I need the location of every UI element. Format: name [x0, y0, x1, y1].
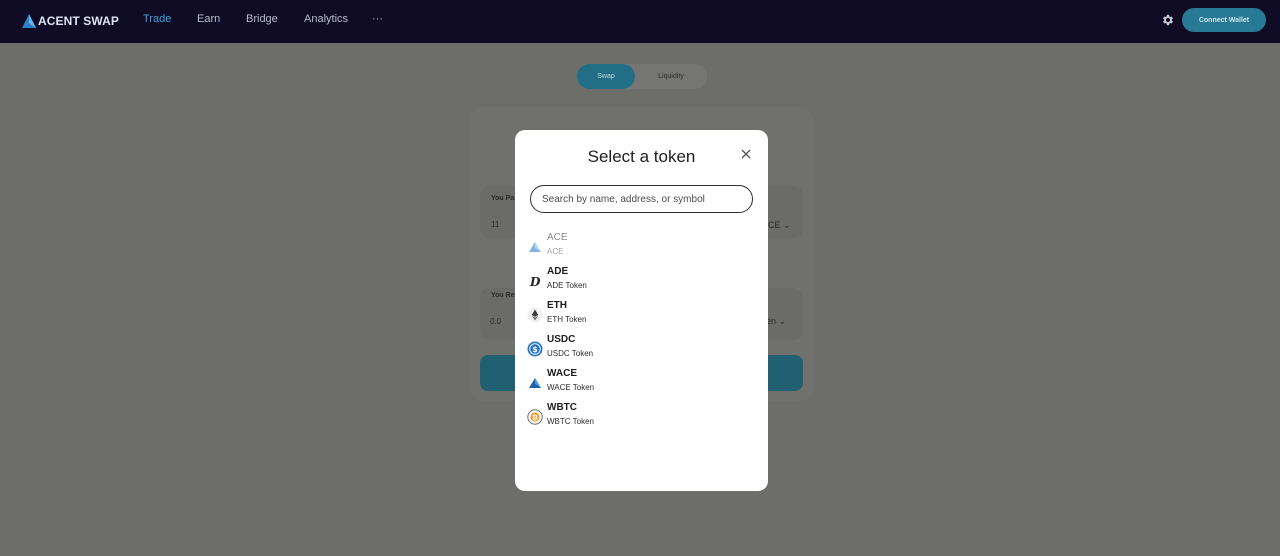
token-name: ADE Token: [547, 281, 587, 290]
top-nav: ACENT SWAP Trade Earn Bridge Analytics ·…: [0, 0, 1280, 43]
token-row-usdc[interactable]: $ USDC USDC Token: [527, 334, 755, 364]
select-token-modal: Select a token ACE ACE D ADE ADE Token E…: [515, 130, 768, 491]
token-symbol: WBTC: [547, 402, 577, 413]
nav-more[interactable]: ···: [372, 13, 383, 25]
token-name: USDC Token: [547, 349, 594, 358]
token-symbol: USDC: [547, 334, 576, 345]
tab-liquidity[interactable]: Liquidity: [635, 64, 707, 89]
swap-liquidity-toggle: Swap Liquidity: [577, 64, 707, 89]
usdc-icon: $: [527, 341, 543, 357]
receive-label: You Re: [491, 292, 515, 299]
brand-logo[interactable]: ACENT SWAP: [21, 12, 119, 30]
pay-amount: 11: [491, 220, 500, 229]
token-row-wace[interactable]: WACE WACE Token: [527, 368, 755, 398]
token-row-eth[interactable]: ETH ETH Token: [527, 300, 755, 330]
close-icon[interactable]: [740, 148, 752, 160]
receive-token-select: en ⌄: [766, 316, 787, 326]
token-symbol: ETH: [547, 300, 567, 311]
pay-token-select: CE ⌄: [768, 220, 791, 230]
token-name: WBTC Token: [547, 417, 594, 426]
ace-icon: [529, 242, 541, 252]
eth-icon: [527, 307, 543, 323]
svg-text:₿: ₿: [532, 414, 537, 422]
brand-name: ACENT SWAP: [38, 14, 120, 28]
wbtc-icon: ₿: [527, 409, 543, 425]
token-name: ACE: [547, 247, 564, 256]
nav-analytics[interactable]: Analytics: [304, 13, 348, 25]
token-name: ETH Token: [547, 315, 587, 324]
token-row-wbtc[interactable]: ₿ WBTC WBTC Token: [527, 402, 755, 432]
connect-wallet-button[interactable]: Connect Wallet: [1182, 8, 1266, 32]
gear-icon[interactable]: [1161, 13, 1175, 27]
token-symbol: ADE: [547, 266, 569, 277]
token-row-ace[interactable]: ACE ACE: [527, 232, 755, 262]
modal-title: Select a token: [587, 147, 696, 166]
acent-logo-icon: [22, 14, 36, 28]
token-symbol: WACE: [547, 368, 577, 379]
token-row-ade[interactable]: D ADE ADE Token: [527, 266, 755, 296]
nav-trade[interactable]: Trade: [143, 13, 171, 25]
token-symbol: ACE: [547, 232, 568, 243]
wace-icon: [529, 378, 541, 388]
svg-text:D: D: [529, 275, 541, 289]
nav-bridge[interactable]: Bridge: [246, 13, 278, 25]
tab-swap[interactable]: Swap: [577, 64, 635, 89]
svg-text:$: $: [532, 345, 538, 354]
token-search-input[interactable]: [530, 185, 753, 213]
token-name: WACE Token: [547, 383, 595, 392]
pay-label: You Pa: [491, 195, 515, 202]
receive-amount: 0.0: [490, 317, 502, 326]
ade-icon: D: [529, 275, 541, 289]
nav-earn[interactable]: Earn: [197, 13, 220, 25]
